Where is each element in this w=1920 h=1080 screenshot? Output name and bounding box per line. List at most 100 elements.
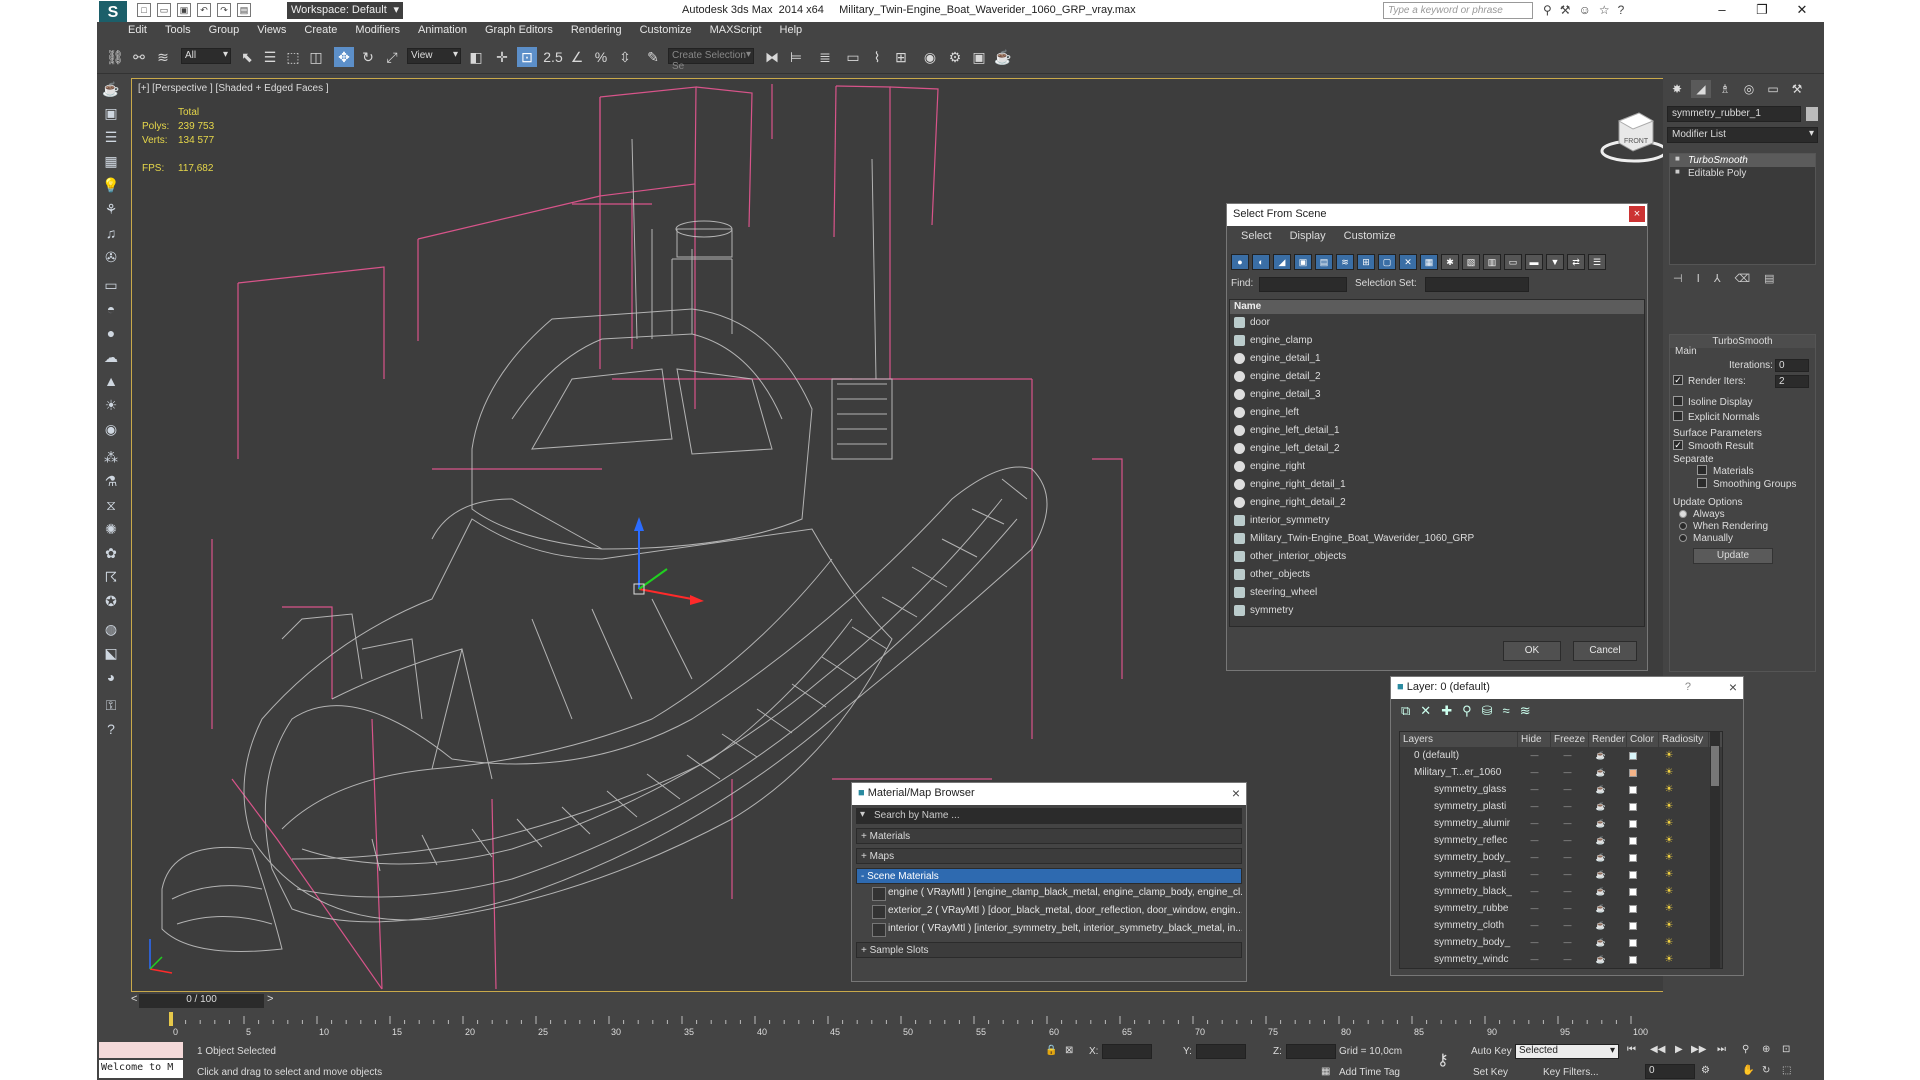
col-render[interactable]: Render [1589,732,1627,747]
sfs-menu-customize[interactable]: Customize [1344,230,1396,242]
angle-snap-icon[interactable]: ∠ [567,47,587,67]
explicit-normals-checkbox[interactable] [1673,411,1683,421]
layer-freeze-toggle[interactable]: — [1551,836,1584,845]
grass-icon[interactable]: ✿ [102,544,120,562]
filter-icon[interactable]: ▼ [1546,254,1564,270]
layer-freeze-toggle[interactable]: — [1551,904,1584,913]
lock-selection-icon[interactable]: 🔒 [1045,1045,1057,1056]
proxy-icon[interactable]: ⚗ [102,472,120,490]
select-from-scene-close-button[interactable]: × [1629,206,1645,222]
dome-light-icon[interactable]: ◓ [102,300,120,318]
select-manipulate-icon[interactable]: ✛ [492,47,512,67]
freeze-all-layers-icon[interactable]: ≋ [1520,703,1531,719]
layer-color-swatch[interactable] [1629,819,1637,828]
sfs-menu-display[interactable]: Display [1290,230,1326,242]
tools-icon[interactable]: ⚒ [1560,3,1571,17]
radiosity-sun-icon[interactable]: ☀ [1649,784,1689,795]
layer-hide-toggle[interactable]: — [1518,785,1551,794]
select-from-scene-title[interactable]: Select From Scene × [1227,204,1647,226]
prev-frame-icon[interactable]: ◀◀ [1650,1044,1665,1055]
pin-stack-icon[interactable]: ⊣ [1673,272,1683,285]
named-selection-dropdown[interactable]: Create Selection Se [668,48,754,72]
update-always-radio[interactable] [1679,510,1687,518]
menu-maxscript[interactable]: MAXScript [701,22,771,40]
hf-icon[interactable]: ☈ [102,568,120,586]
track-bar[interactable]: 0 5 10 15 20 25 30 35 40 45 50 55 60 65 70 75 80 85 90 95 10… [131,1012,1681,1038]
mmb-section-maps[interactable]: + Maps [856,848,1242,864]
scene-explorer-icon[interactable]: ☰ [102,128,120,146]
layer-color-swatch[interactable] [1629,836,1637,845]
layer-freeze-toggle[interactable]: — [1551,785,1584,794]
layer-row[interactable]: symmetry_rubbe — — ☕ ☀ [1400,900,1722,917]
add-time-tag[interactable]: Add Time Tag [1339,1067,1400,1078]
layer-color-swatch[interactable] [1629,870,1637,879]
layer-render-toggle[interactable]: ☕ [1584,785,1617,794]
create-tab-icon[interactable]: ✸ [1667,80,1687,98]
layer-freeze-toggle[interactable]: — [1551,887,1584,896]
layer-name[interactable]: symmetry_rubbe [1400,903,1518,914]
col-hide[interactable]: Hide [1518,732,1551,747]
radiosity-sun-icon[interactable]: ☀ [1649,937,1689,948]
scene-object-row[interactable]: other_objects [1230,566,1644,584]
layer-row[interactable]: symmetry_plasti — — ☕ ☀ [1400,798,1722,815]
key-filters-button[interactable]: Key Filters... [1543,1067,1599,1078]
layer-freeze-toggle[interactable]: — [1551,853,1584,862]
display-none-icon[interactable]: ▭ [1504,254,1522,270]
select-in-layer-icon[interactable]: ⚲ [1462,703,1472,719]
close-button[interactable]: ✕ [1782,0,1822,22]
layer-hide-toggle[interactable]: — [1518,870,1551,879]
scene-object-row[interactable]: engine_right_detail_1 [1230,476,1644,494]
film-icon[interactable]: ✇ [102,248,120,266]
radiosity-sun-icon[interactable]: ☀ [1649,835,1689,846]
mmb-close-button[interactable]: × [1228,785,1244,801]
delete-layer-icon[interactable]: ✕ [1420,703,1431,719]
render-production-icon[interactable]: ☕ [993,47,1013,67]
time-prev-icon[interactable]: < [131,993,137,1005]
display-helpers-icon[interactable]: ▤ [1315,254,1333,270]
radiosity-sun-icon[interactable]: ☀ [1649,920,1689,931]
layer-name[interactable]: symmetry_body_ [1400,852,1518,863]
add-to-layer-icon[interactable]: ✚ [1441,703,1452,719]
scene-object-row[interactable]: engine_detail_1 [1230,350,1644,368]
layer-hide-toggle[interactable]: — [1518,921,1551,930]
info-icon[interactable]: ? [102,720,120,738]
layer-row[interactable]: symmetry_reflec — — ☕ ☀ [1400,832,1722,849]
radiosity-sun-icon[interactable]: ☀ [1649,954,1689,965]
layer-hide-toggle[interactable]: — [1518,802,1551,811]
menu-group[interactable]: Group [200,22,249,40]
material-editor-icon[interactable]: ◉ [920,47,940,67]
layer-row[interactable]: symmetry_body_ — — ☕ ☀ [1400,849,1722,866]
layer-render-toggle[interactable]: ☕ [1584,819,1617,828]
layer-freeze-toggle[interactable]: — [1551,819,1584,828]
time-next-icon[interactable]: > [267,993,273,1005]
goto-start-icon[interactable]: ⏮ [1627,1044,1636,1055]
update-button[interactable]: Update [1693,548,1773,564]
object-name-field[interactable]: symmetry_rubber_1 [1667,106,1801,122]
isoline-display-checkbox[interactable] [1673,396,1683,406]
time-slider-thumb[interactable]: 0 / 100 [139,994,264,1008]
layer-name[interactable]: symmetry_black_ [1400,886,1518,897]
scene-object-row[interactable]: engine_left_detail_2 [1230,440,1644,458]
mmb-section-sample-slots[interactable]: + Sample Slots [856,942,1242,958]
layer-name[interactable]: Military_T...er_1060 [1400,767,1518,778]
radiosity-sun-icon[interactable]: ☀ [1649,852,1689,863]
layer-row[interactable]: symmetry_cloth — — ☕ ☀ [1400,917,1722,934]
reference-coordinate-dropdown[interactable]: View [407,48,461,64]
absolute-mode-icon[interactable]: ⊠ [1065,1045,1073,1056]
render-setup-icon[interactable]: ⚙ [945,47,965,67]
layer-color-swatch[interactable] [1629,802,1637,811]
smooth-result-checkbox[interactable]: ✓ [1673,440,1683,450]
layer-freeze-toggle[interactable]: — [1551,870,1584,879]
scene-object-row[interactable]: engine_right_detail_2 [1230,494,1644,512]
scene-object-row[interactable]: other_interior_objects [1230,548,1644,566]
display-geometry-icon[interactable]: ● [1231,254,1249,270]
display-cameras-icon[interactable]: ▣ [1294,254,1312,270]
show-end-result-icon[interactable]: Ⅰ [1697,272,1700,285]
layer-freeze-toggle[interactable]: — [1551,751,1584,760]
binoculars-icon[interactable]: ⚲ [1543,3,1552,17]
layer-render-toggle[interactable]: ☕ [1584,870,1617,879]
unlink-icon[interactable]: ⚯ [129,47,149,67]
key-mode-dropdown[interactable]: Selected [1515,1044,1619,1059]
layer-hide-toggle[interactable]: — [1518,768,1551,777]
display-groups-icon[interactable]: ⊞ [1357,254,1375,270]
